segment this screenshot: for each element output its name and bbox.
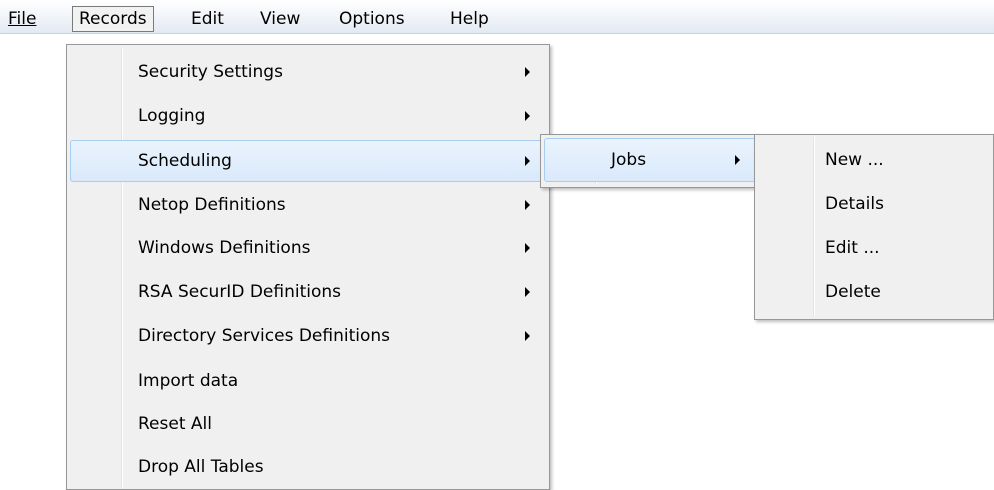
menu-item-label: Import data (138, 371, 239, 391)
submenu-arrow-icon (735, 155, 740, 165)
menu-item-label: Jobs (611, 150, 647, 170)
menu-item-label: Windows Definitions (138, 238, 311, 258)
menu-item-import-data[interactable]: Import data (70, 362, 546, 400)
menu-item-reset-all[interactable]: Reset All (70, 405, 546, 443)
menu-file[interactable]: File (2, 6, 42, 32)
menu-item-label: Netop Definitions (138, 195, 286, 215)
menu-file-label: File (8, 9, 37, 29)
records-menu: Security Settings Logging Scheduling Net… (66, 44, 550, 490)
menu-item-rsa-securid-definitions[interactable]: RSA SecurID Definitions (70, 273, 546, 311)
menu-item-label: RSA SecurID Definitions (138, 282, 341, 302)
menu-item-jobs[interactable]: Jobs (544, 138, 756, 182)
menu-item-label: Scheduling (138, 151, 232, 171)
menu-options[interactable]: Options (333, 6, 411, 32)
menu-item-label: Directory Services Definitions (138, 326, 391, 346)
menu-item-netop-definitions[interactable]: Netop Definitions (70, 186, 546, 224)
menu-view-label: View (260, 9, 301, 29)
menu-item-label: New ... (825, 150, 884, 170)
menu-bar: File Records Edit View Options Help (0, 0, 994, 34)
scheduling-submenu: Jobs (540, 134, 760, 188)
menu-item-windows-definitions[interactable]: Windows Definitions (70, 229, 546, 267)
menu-item-details[interactable]: Details (758, 185, 990, 223)
menu-item-label: Reset All (138, 414, 212, 434)
menu-options-label: Options (339, 9, 405, 29)
submenu-arrow-icon (525, 111, 530, 121)
submenu-arrow-icon (525, 200, 530, 210)
menu-help-label: Help (450, 9, 489, 29)
menu-item-directory-services-definitions[interactable]: Directory Services Definitions (70, 317, 546, 355)
jobs-submenu: New ... Details Edit ... Delete (754, 134, 994, 320)
menu-edit-label: Edit (191, 9, 224, 29)
menu-item-label: Edit ... (825, 238, 880, 258)
menu-item-new[interactable]: New ... (758, 141, 990, 179)
menu-item-label: Security Settings (138, 62, 283, 82)
submenu-arrow-icon (525, 287, 530, 297)
menu-help[interactable]: Help (444, 6, 495, 32)
menu-item-label: Drop All Tables (138, 457, 264, 477)
menu-item-drop-all-tables[interactable]: Drop All Tables (70, 448, 546, 486)
submenu-arrow-icon (525, 67, 530, 77)
menu-item-label: Logging (138, 106, 206, 126)
menu-item-edit[interactable]: Edit ... (758, 229, 990, 267)
submenu-arrow-icon (525, 243, 530, 253)
menu-item-security-settings[interactable]: Security Settings (70, 53, 546, 91)
menu-view[interactable]: View (254, 6, 306, 32)
menu-item-label: Delete (825, 282, 881, 302)
menu-records[interactable]: Records (72, 6, 154, 32)
menu-edit[interactable]: Edit (185, 6, 230, 32)
menu-item-logging[interactable]: Logging (70, 97, 546, 135)
submenu-arrow-icon (525, 156, 530, 166)
menu-records-label: Records (79, 9, 147, 29)
menu-item-label: Details (825, 194, 884, 214)
menu-item-delete[interactable]: Delete (758, 273, 990, 311)
menu-item-scheduling[interactable]: Scheduling (70, 140, 546, 182)
submenu-arrow-icon (525, 331, 530, 341)
